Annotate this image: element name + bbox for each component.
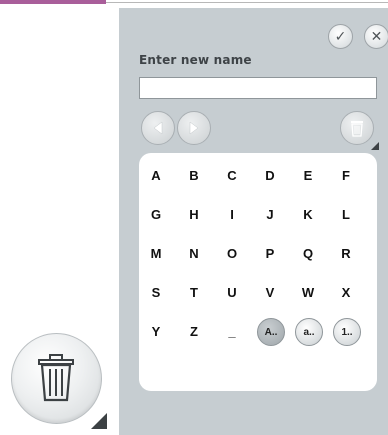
key-i[interactable]: I	[217, 199, 247, 229]
trash-icon	[38, 354, 74, 402]
cursor-right-button[interactable]	[177, 111, 211, 145]
clear-text-button[interactable]	[340, 111, 379, 150]
cursor-left-button[interactable]	[141, 111, 175, 145]
key-x[interactable]: X	[331, 277, 361, 307]
rename-dialog: ✓ ✕ Enter new name ABCDEF GHIJKL MNOPQR STU…	[119, 8, 388, 435]
top-divider	[106, 2, 388, 3]
key-z[interactable]: Z	[179, 316, 209, 346]
top-tab-accent	[0, 0, 106, 4]
key-b[interactable]: B	[179, 160, 209, 190]
menu-corner-indicator	[91, 413, 107, 429]
trash-icon	[351, 121, 363, 137]
name-input[interactable]	[139, 77, 377, 99]
key-r[interactable]: R	[331, 238, 361, 268]
close-icon: ✕	[370, 28, 383, 45]
mode-lowercase-button[interactable]: a..	[295, 318, 323, 346]
key-l[interactable]: L	[331, 199, 361, 229]
mode-uppercase-button[interactable]: A..	[257, 318, 285, 346]
key-j[interactable]: J	[255, 199, 285, 229]
key-a[interactable]: A	[141, 160, 171, 190]
key-f[interactable]: F	[331, 160, 361, 190]
key-u[interactable]: U	[217, 277, 247, 307]
confirm-button[interactable]: ✓	[328, 24, 353, 49]
key-s[interactable]: S	[141, 277, 171, 307]
key-g[interactable]: G	[141, 199, 171, 229]
key-n[interactable]: N	[179, 238, 209, 268]
mode-numeric-button[interactable]: 1..	[333, 318, 361, 346]
key-v[interactable]: V	[255, 277, 285, 307]
key-c[interactable]: C	[217, 160, 247, 190]
key-q[interactable]: Q	[293, 238, 323, 268]
key-t[interactable]: T	[179, 277, 209, 307]
delete-button[interactable]	[11, 333, 107, 429]
menu-corner-indicator	[371, 142, 379, 150]
key-y[interactable]: Y	[141, 316, 171, 346]
key-e[interactable]: E	[293, 160, 323, 190]
key-p[interactable]: P	[255, 238, 285, 268]
key-d[interactable]: D	[255, 160, 285, 190]
arrow-right-icon	[189, 121, 199, 135]
key-m[interactable]: M	[141, 238, 171, 268]
arrow-left-icon	[153, 121, 163, 135]
key-underscore[interactable]: _	[217, 316, 247, 346]
name-label: Enter new name	[139, 53, 252, 67]
key-h[interactable]: H	[179, 199, 209, 229]
key-o[interactable]: O	[217, 238, 247, 268]
check-icon: ✓	[334, 28, 347, 45]
close-button[interactable]: ✕	[364, 24, 388, 49]
on-screen-keyboard: A B C D E F G H I J K L M N O P Q R S T U V W X Y Z _ A.. a.. 1..	[139, 153, 377, 391]
key-w[interactable]: W	[293, 277, 323, 307]
key-k[interactable]: K	[293, 199, 323, 229]
